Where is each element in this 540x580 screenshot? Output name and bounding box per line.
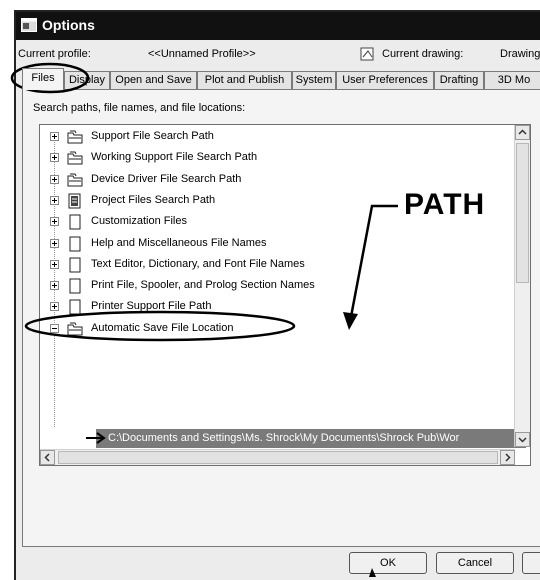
tree-item[interactable]: Support File Search Path <box>40 127 530 147</box>
tab-system[interactable]: System <box>292 71 336 89</box>
tree-item-label: Customization Files <box>91 215 187 228</box>
expand-plus-icon[interactable] <box>50 132 59 141</box>
scroll-left-button[interactable] <box>40 450 55 465</box>
tree-item[interactable]: Device Driver File Search Path <box>40 170 530 190</box>
folder-stack-icon <box>67 129 83 145</box>
tree-item-label: Print File, Spooler, and Prolog Section … <box>91 279 315 292</box>
tree-item-label: Working Support File Search Path <box>91 151 258 164</box>
profile-row: Current profile: <<Unnamed Profile>> Cur… <box>16 42 540 66</box>
expand-plus-icon[interactable] <box>50 174 59 184</box>
expand-plus-icon[interactable] <box>50 153 59 163</box>
document-icon <box>67 299 83 315</box>
tree-item-label: Printer Support File Path <box>91 300 212 313</box>
autosave-path-value[interactable]: C:\Documents and Settings\Ms. Shrock\My … <box>108 432 524 444</box>
files-tab-panel: Search paths, file names, and file locat… <box>22 89 540 547</box>
tab-user-preferences[interactable]: User Preferences <box>336 71 434 89</box>
file-locations-tree[interactable]: Support File Search Path Working Support … <box>39 124 531 466</box>
tree-item[interactable]: Print File, Spooler, and Prolog Section … <box>40 276 530 296</box>
expand-plus-icon[interactable] <box>50 259 59 269</box>
project-icon <box>67 193 83 209</box>
tab-plot-and-publish[interactable]: Plot and Publish <box>197 71 292 89</box>
scroll-down-button[interactable] <box>515 432 530 447</box>
tab-display[interactable]: Display <box>64 71 110 89</box>
expand-plus-icon[interactable] <box>50 195 59 205</box>
tree-item-label: Text Editor, Dictionary, and Font File N… <box>91 257 305 270</box>
tree-item-label: Support File Search Path <box>91 130 214 142</box>
window-icon <box>21 18 37 32</box>
chevron-left-icon <box>44 453 50 462</box>
tab-files[interactable]: Files <box>22 68 64 90</box>
current-drawing-label: Current drawing: <box>382 48 464 60</box>
arrow-right-icon <box>86 432 106 444</box>
tab-drafting[interactable]: Drafting <box>434 71 484 89</box>
expand-plus-icon[interactable] <box>50 238 59 248</box>
folder-stack-icon <box>67 321 83 337</box>
collapse-minus-icon[interactable] <box>50 323 59 333</box>
tab-strip: Files Display Open and Save Plot and Pub… <box>22 68 540 90</box>
current-drawing-value: Drawing <box>500 48 540 60</box>
tree-item[interactable]: Working Support File Search Path <box>40 148 530 168</box>
tree-item-label: Project Files Search Path <box>91 193 216 206</box>
options-dialog: Options Current profile: <<Unnamed Profi… <box>14 10 540 580</box>
tree-item-label: Device Driver File Search Path <box>91 172 242 185</box>
search-paths-label: Search paths, file names, and file locat… <box>33 102 246 114</box>
scroll-up-button[interactable] <box>515 125 530 140</box>
tab-3d-modeling[interactable]: 3D Mo <box>484 71 540 89</box>
scroll-right-button[interactable] <box>500 450 515 465</box>
chevron-right-icon <box>505 453 511 462</box>
expand-plus-icon[interactable] <box>50 302 59 312</box>
document-icon <box>67 236 83 252</box>
chevron-up-icon <box>518 129 527 135</box>
apply-button[interactable] <box>522 552 540 574</box>
tree-item[interactable]: Help and Miscellaneous File Names <box>40 234 530 254</box>
document-icon <box>67 214 83 230</box>
vertical-scrollbar[interactable] <box>514 125 530 447</box>
tree-item-label: Automatic Save File Location <box>91 321 234 334</box>
chevron-down-icon <box>518 437 527 443</box>
path-callout-label: PATH <box>404 188 486 221</box>
window-title: Options <box>42 17 95 33</box>
drawing-icon <box>360 47 374 61</box>
expand-plus-icon[interactable] <box>50 217 59 227</box>
folder-stack-icon <box>67 172 83 188</box>
tree-item-label: Help and Miscellaneous File Names <box>91 236 267 249</box>
tab-open-and-save[interactable]: Open and Save <box>110 71 197 89</box>
horizontal-scrollbar[interactable] <box>40 449 515 465</box>
folder-stack-icon <box>67 150 83 166</box>
ok-button[interactable]: OK <box>349 552 427 574</box>
document-icon <box>67 278 83 294</box>
tree-item[interactable]: Printer Support File Path <box>40 297 530 317</box>
document-icon <box>67 257 83 273</box>
tree-item[interactable]: Automatic Save File Location <box>40 319 530 339</box>
cancel-button[interactable]: Cancel <box>436 552 514 574</box>
tree-item[interactable]: Text Editor, Dictionary, and Font File N… <box>40 255 530 275</box>
title-bar[interactable]: Options <box>16 12 540 40</box>
vertical-scroll-thumb[interactable] <box>516 143 529 283</box>
expand-plus-icon[interactable] <box>50 281 59 291</box>
horizontal-scroll-thumb[interactable] <box>58 451 498 464</box>
current-profile-label: Current profile: <box>18 48 91 60</box>
current-profile-value: <<Unnamed Profile>> <box>148 48 256 60</box>
